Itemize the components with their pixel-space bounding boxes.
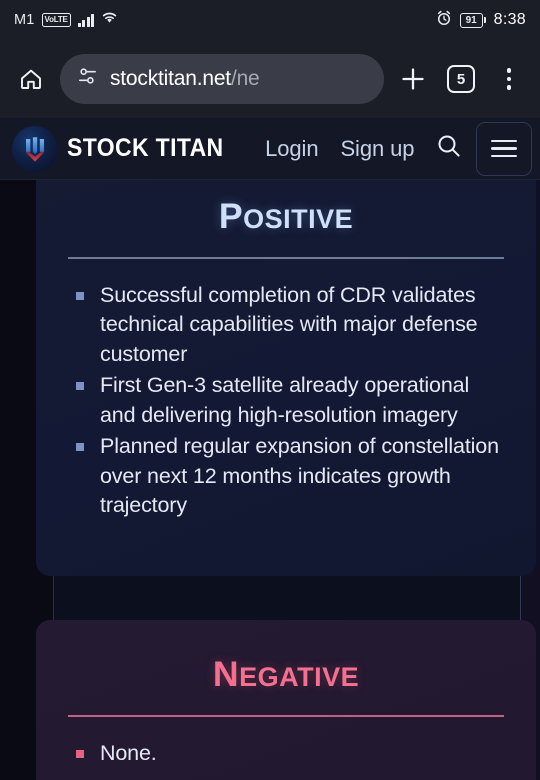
- wifi-icon: [101, 11, 118, 29]
- android-status-bar: M1 VoLTE 91 8:38: [0, 0, 540, 40]
- plus-icon[interactable]: [394, 60, 432, 98]
- positive-card-title: POSITIVE: [218, 196, 354, 236]
- positive-card: POSITIVE Successful completion of CDR va…: [36, 180, 536, 576]
- negative-bullet-list: None.: [76, 739, 510, 769]
- signup-link[interactable]: Sign up: [340, 136, 414, 162]
- alarm-clock-icon: [436, 10, 452, 31]
- negative-card-title: NEGATIVE: [212, 654, 360, 694]
- list-item: First Gen-3 satellite already operationa…: [76, 371, 510, 430]
- volte-badge: VoLTE: [41, 13, 71, 27]
- browser-toolbar: stocktitan.net/ne 5: [0, 40, 540, 118]
- home-icon[interactable]: [12, 60, 50, 98]
- page-info-tune-icon[interactable]: [76, 65, 99, 93]
- three-dot-menu-icon[interactable]: [490, 60, 528, 98]
- tab-count-label: 5: [447, 65, 475, 93]
- phone-screen: M1 VoLTE 91 8:38 stocktitan.net/ne 5 STO…: [0, 0, 540, 780]
- page-body: POSITIVE Successful completion of CDR va…: [0, 180, 540, 780]
- negative-divider: [68, 715, 504, 717]
- negative-card: NEGATIVE None.: [36, 620, 536, 780]
- battery-indicator: 91: [459, 12, 486, 28]
- positive-divider: [68, 257, 504, 259]
- battery-percent: 91: [459, 12, 483, 28]
- stock-titan-logo-icon[interactable]: [12, 125, 58, 172]
- site-header: STOCK TITAN Login Sign up: [0, 118, 540, 180]
- battery-tip: [483, 17, 486, 23]
- hamburger-menu-icon[interactable]: [476, 121, 533, 176]
- list-item: None.: [76, 739, 510, 769]
- search-icon[interactable]: [434, 131, 464, 166]
- positive-bullet-list: Successful completion of CDR validates t…: [76, 281, 510, 521]
- signal-bars-icon: [77, 13, 95, 27]
- list-item: Successful completion of CDR validates t…: [76, 281, 510, 370]
- article-content: POSITIVE Successful completion of CDR va…: [36, 180, 536, 780]
- url-text: stocktitan.net/ne: [110, 67, 260, 90]
- header-nav: Login Sign up: [265, 136, 414, 162]
- url-bar[interactable]: stocktitan.net/ne: [60, 54, 384, 104]
- brand-title: STOCK TITAN: [67, 134, 224, 162]
- tab-switcher-button[interactable]: 5: [442, 60, 480, 98]
- clock-label: 8:38: [493, 11, 526, 28]
- status-bar-right: 91 8:38: [436, 10, 526, 31]
- status-bar-left: M1 VoLTE: [14, 11, 118, 29]
- carrier-label: M1: [14, 12, 35, 28]
- list-item: Planned regular expansion of constellati…: [76, 432, 510, 521]
- login-link[interactable]: Login: [265, 136, 318, 162]
